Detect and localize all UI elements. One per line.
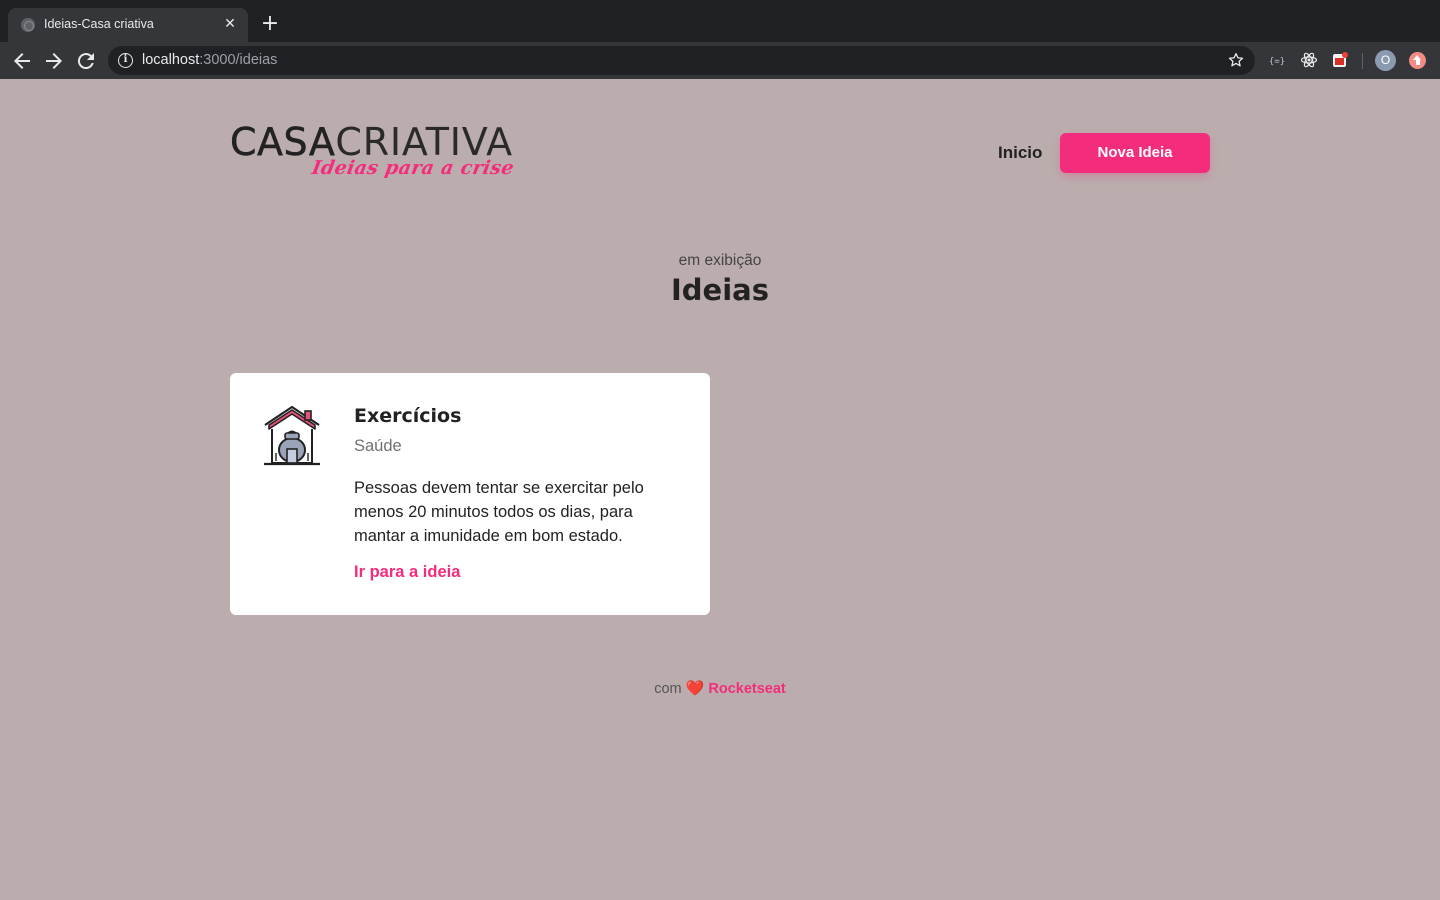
page-title: Ideias xyxy=(671,273,769,307)
url-path: :3000/ideias xyxy=(199,52,278,68)
bookmark-star-icon[interactable] xyxy=(1227,51,1245,69)
browser-tab[interactable]: Ideias-Casa criativa ✕ xyxy=(8,8,248,42)
toolbar-separator xyxy=(1362,53,1363,69)
tab-title: Ideias-Casa criativa xyxy=(44,17,154,31)
url-text: localhost:3000/ideias xyxy=(142,52,277,68)
browser-tabstrip: Ideias-Casa criativa ✕ + xyxy=(0,0,1440,42)
profile-avatar[interactable]: O xyxy=(1375,50,1396,71)
page-content: CASACRIATIVA Ideias para a crise Inicio … xyxy=(0,79,1440,900)
idea-title: Exercícios xyxy=(354,405,462,427)
svg-text:{=}: {=} xyxy=(1269,57,1285,67)
close-tab-icon[interactable]: ✕ xyxy=(221,15,239,33)
section-subtitle: em exibição xyxy=(678,252,762,269)
logo-tagline: Ideias para a crise xyxy=(310,157,516,179)
new-idea-button[interactable]: Nova Ideia xyxy=(1060,133,1210,173)
forward-arrow-icon[interactable] xyxy=(42,49,66,73)
footer: com ❤️ Rocketseat xyxy=(0,679,1440,697)
extension-react-icon[interactable] xyxy=(1300,51,1318,69)
go-to-idea-link[interactable]: Ir para a ideia xyxy=(354,563,460,582)
globe-icon xyxy=(21,18,35,32)
home-exercise-icon xyxy=(262,403,322,467)
extension-json-icon[interactable]: {=} xyxy=(1268,51,1286,69)
update-icon[interactable] xyxy=(1409,52,1426,69)
nav-link-inicio[interactable]: Inicio xyxy=(998,143,1042,163)
address-bar[interactable]: i localhost:3000/ideias xyxy=(108,46,1255,75)
footer-brand-link[interactable]: Rocketseat xyxy=(708,681,785,697)
reload-icon[interactable] xyxy=(74,49,98,73)
info-icon[interactable]: i xyxy=(118,53,133,68)
idea-category: Saúde xyxy=(354,437,402,455)
idea-description: Pessoas devem tentar se exercitar pelo m… xyxy=(354,479,644,545)
new-tab-button[interactable]: + xyxy=(258,12,282,36)
idea-card: Exercícios Saúde Pessoas devem tentar se… xyxy=(230,373,710,615)
heart-icon: ❤️ xyxy=(685,680,705,697)
footer-prefix: com xyxy=(654,681,682,697)
url-host: localhost xyxy=(142,52,200,68)
back-arrow-icon[interactable] xyxy=(10,49,34,73)
extension-badge-icon[interactable] xyxy=(1331,51,1349,69)
browser-toolbar: i localhost:3000/ideias {=} O xyxy=(0,42,1440,79)
logo[interactable]: CASACRIATIVA Ideias para a crise xyxy=(230,121,530,185)
